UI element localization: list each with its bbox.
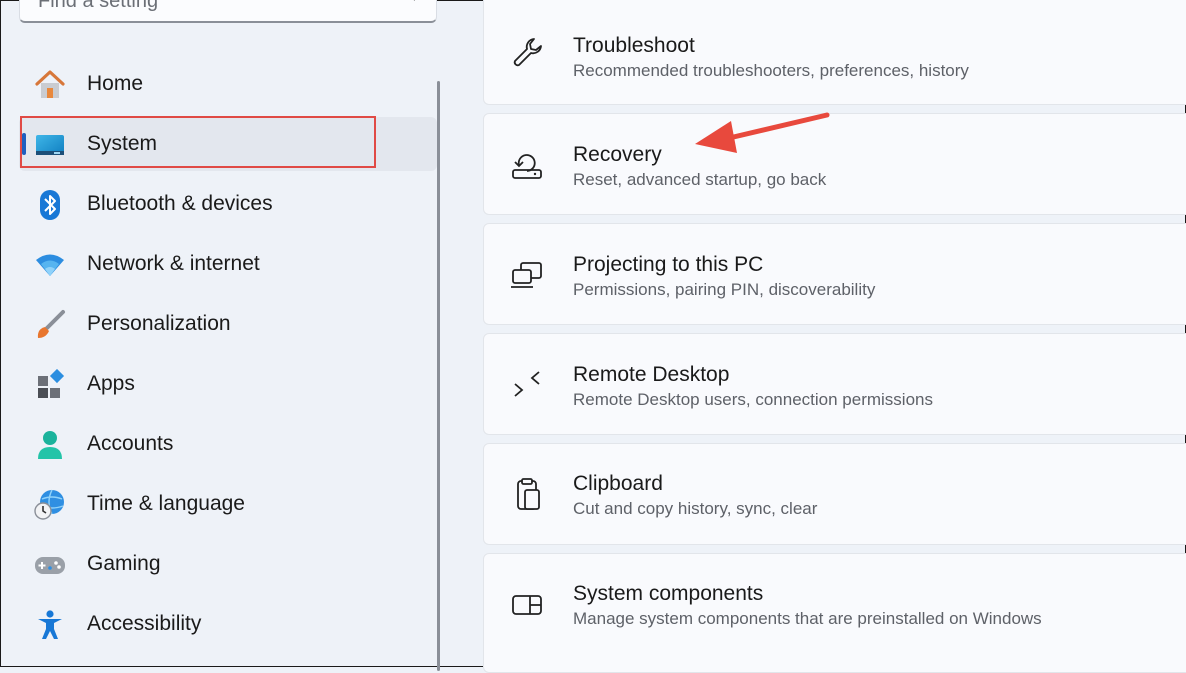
account-icon bbox=[38, 431, 62, 459]
card-projecting[interactable]: Projecting to this PC Permissions, pairi… bbox=[483, 223, 1186, 325]
sidebar-item-home[interactable]: Home bbox=[19, 57, 437, 111]
sidebar-item-label: Time & language bbox=[87, 492, 245, 515]
wifi-icon bbox=[36, 254, 64, 276]
main-content: Troubleshoot Recommended troubleshooters… bbox=[483, 0, 1186, 673]
card-title: Remote Desktop bbox=[573, 363, 730, 386]
sidebar-item-accessibility[interactable]: Accessibility bbox=[19, 597, 437, 651]
card-desc: Reset, advanced startup, go back bbox=[573, 170, 827, 189]
sidebar-item-system[interactable]: System bbox=[19, 117, 437, 171]
gamepad-icon bbox=[35, 557, 65, 574]
card-remote-desktop[interactable]: Remote Desktop Remote Desktop users, con… bbox=[483, 333, 1186, 435]
wrench-icon bbox=[513, 38, 542, 67]
sidebar-item-apps[interactable]: Apps bbox=[19, 357, 437, 411]
globe-clock-icon bbox=[34, 489, 64, 520]
card-desc: Permissions, pairing PIN, discoverabilit… bbox=[573, 280, 876, 299]
search-box[interactable]: Find a setting bbox=[19, 0, 437, 23]
card-troubleshoot[interactable]: Troubleshoot Recommended troubleshooters… bbox=[483, 0, 1186, 105]
apps-icon bbox=[38, 369, 65, 398]
accessibility-icon bbox=[38, 610, 62, 639]
card-title: Troubleshoot bbox=[573, 34, 695, 57]
system-components-icon bbox=[512, 595, 542, 615]
card-clipboard[interactable]: Clipboard Cut and copy history, sync, cl… bbox=[483, 443, 1186, 545]
card-recovery[interactable]: Recovery Reset, advanced startup, go bac… bbox=[483, 113, 1186, 215]
system-icon bbox=[36, 135, 64, 155]
sidebar-item-accounts[interactable]: Accounts bbox=[19, 417, 437, 471]
sidebar-item-label: Accounts bbox=[87, 432, 174, 455]
sidebar-item-label: Personalization bbox=[87, 312, 231, 335]
sidebar-item-label: Accessibility bbox=[87, 612, 202, 635]
sidebar: Find a setting Home System Bluetooth & d… bbox=[1, 0, 441, 671]
brush-icon bbox=[37, 310, 65, 338]
card-title: Recovery bbox=[573, 143, 662, 166]
projecting-icon bbox=[511, 262, 542, 288]
sidebar-scrollbar[interactable] bbox=[437, 81, 440, 671]
card-system-components[interactable]: System components Manage system componen… bbox=[483, 553, 1186, 673]
sidebar-item-personalization[interactable]: Personalization bbox=[19, 297, 437, 351]
sidebar-item-label: System bbox=[87, 132, 158, 155]
sidebar-item-label: Home bbox=[87, 72, 144, 95]
card-title: Projecting to this PC bbox=[573, 253, 764, 276]
card-title: Clipboard bbox=[573, 472, 663, 495]
search-placeholder: Find a setting bbox=[38, 0, 159, 12]
sidebar-item-label: Network & internet bbox=[87, 252, 260, 275]
sidebar-item-time-language[interactable]: Time & language bbox=[19, 477, 437, 531]
sidebar-item-label: Apps bbox=[87, 372, 135, 395]
card-desc: Manage system components that are preins… bbox=[573, 609, 1042, 628]
search-icon[interactable] bbox=[396, 0, 418, 6]
sidebar-item-label: Bluetooth & devices bbox=[87, 192, 273, 215]
card-desc: Remote Desktop users, connection permiss… bbox=[573, 390, 933, 409]
remote-desktop-icon bbox=[514, 371, 540, 397]
clipboard-icon bbox=[517, 478, 540, 510]
recovery-icon bbox=[512, 154, 542, 179]
sidebar-item-network[interactable]: Network & internet bbox=[19, 237, 437, 291]
settings-window: Find a setting Home System Bluetooth & d… bbox=[0, 0, 1186, 673]
sidebar-item-label: Gaming bbox=[87, 552, 161, 575]
sidebar-item-bluetooth[interactable]: Bluetooth & devices bbox=[19, 177, 437, 231]
bluetooth-icon bbox=[40, 190, 60, 220]
home-icon bbox=[35, 70, 65, 98]
card-desc: Cut and copy history, sync, clear bbox=[573, 499, 818, 518]
card-title: System components bbox=[573, 582, 764, 605]
card-desc: Recommended troubleshooters, preferences… bbox=[573, 61, 969, 80]
nav-list: Home System Bluetooth & devices Network … bbox=[19, 57, 437, 657]
sidebar-item-gaming[interactable]: Gaming bbox=[19, 537, 437, 591]
